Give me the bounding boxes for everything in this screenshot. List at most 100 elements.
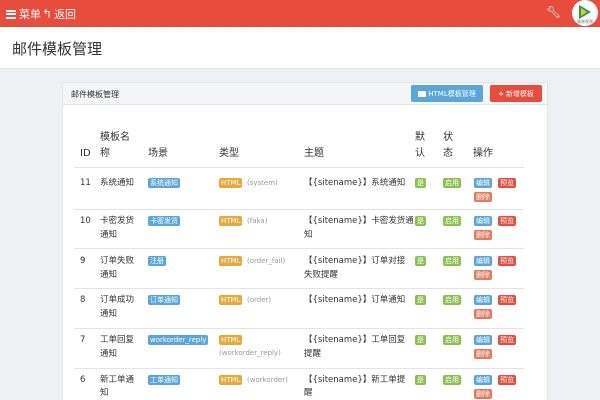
- type-note: (faka): [247, 217, 268, 225]
- row-id: 11: [80, 178, 91, 188]
- row-name: 卡密发货: [100, 216, 135, 226]
- row-id: 6: [80, 375, 86, 385]
- play-logo-icon[interactable]: 猫咪视频: [572, 0, 598, 26]
- html-template-button[interactable]: HTML模板管理: [411, 85, 483, 102]
- back-arrow-icon: ↰: [42, 7, 53, 21]
- default-label: 是: [415, 295, 426, 305]
- edit-button[interactable]: 编辑: [474, 256, 492, 266]
- folder-icon: [418, 90, 427, 97]
- type-note: (order): [247, 296, 272, 304]
- logo-caption: 猫咪视频: [577, 19, 593, 24]
- delete-button[interactable]: 删除: [474, 230, 492, 240]
- add-template-button[interactable]: + 新增模板: [490, 85, 542, 102]
- header-default-2: 认: [415, 148, 425, 159]
- row-name: 订单失败: [100, 256, 135, 266]
- edit-button[interactable]: 编辑: [474, 375, 492, 385]
- row-name: 新工单通: [100, 375, 135, 385]
- preview-button[interactable]: 预览: [498, 295, 516, 305]
- scene-label: workorder_reply: [148, 335, 209, 345]
- row-divider: [74, 209, 524, 210]
- type-label: HTML: [219, 335, 243, 345]
- scene-label: 注册: [148, 256, 166, 266]
- row-subject: 【{sitename}】系统通知: [304, 178, 406, 188]
- row-subject-2: 提醒: [304, 349, 322, 359]
- status-label: 启用: [443, 335, 461, 345]
- delete-button[interactable]: 删除: [474, 192, 492, 202]
- row-subject-2: 失败提醒: [304, 270, 339, 280]
- play-triangle-inner: [581, 8, 587, 16]
- type-note: (order_fail): [247, 257, 286, 265]
- row-name-2: 知: [100, 388, 109, 398]
- row-divider: [74, 288, 524, 289]
- back-button[interactable]: ↰ 返回: [42, 6, 76, 22]
- row-subject: 【{sitename}】订单通知: [304, 295, 406, 305]
- preview-button[interactable]: 预览: [498, 256, 516, 266]
- header-id: ID: [80, 148, 91, 159]
- delete-button[interactable]: 删除: [474, 309, 492, 319]
- row-divider: [74, 368, 524, 369]
- delete-button[interactable]: 删除: [474, 270, 492, 280]
- edit-button[interactable]: 编辑: [474, 216, 492, 226]
- default-label: 是: [415, 216, 426, 226]
- header-name-1: 模板名: [100, 132, 130, 143]
- edit-button[interactable]: 编辑: [474, 178, 492, 188]
- header-status-1: 状: [443, 132, 453, 143]
- preview-button[interactable]: 预览: [498, 216, 516, 226]
- default-label: 是: [415, 178, 426, 188]
- header-divider: [74, 167, 524, 168]
- row-subject: 【{sitename}】订单对接: [304, 256, 406, 266]
- html-template-label: HTML模板管理: [428, 89, 476, 98]
- type-label: HTML: [219, 375, 243, 385]
- edit-button[interactable]: 编辑: [474, 295, 492, 305]
- type-label: HTML: [219, 256, 243, 266]
- wrench-icon[interactable]: 🔧︎: [546, 5, 561, 19]
- header-status-2: 态: [443, 148, 453, 159]
- header-actions: 操作: [473, 148, 493, 159]
- row-name: 系统通知: [100, 178, 135, 188]
- row-subject-2: 醒: [304, 388, 313, 398]
- row-name-2: 通知: [100, 230, 118, 240]
- scene-label: 卡密发货: [148, 216, 180, 226]
- plus-icon: +: [498, 89, 504, 98]
- row-name-2: 通知: [100, 349, 118, 359]
- default-label: 是: [415, 256, 426, 266]
- menu-button[interactable]: 菜单: [6, 6, 41, 22]
- header-default-1: 默: [415, 132, 425, 143]
- delete-button[interactable]: 删除: [474, 349, 492, 359]
- row-divider: [74, 328, 524, 329]
- row-name: 订单成功: [100, 295, 135, 305]
- add-template-label: 新增模板: [505, 89, 534, 98]
- page-header: 邮件模板管理: [0, 27, 600, 69]
- status-label: 启用: [443, 375, 461, 385]
- edit-button[interactable]: 编辑: [474, 335, 492, 345]
- row-id: 10: [80, 216, 91, 226]
- header-scene: 场景: [148, 148, 168, 159]
- preview-button[interactable]: 预览: [498, 178, 516, 188]
- type-note: (workorder): [247, 376, 288, 384]
- default-label: 是: [415, 375, 426, 385]
- default-label: 是: [415, 335, 426, 345]
- scene-label: 系统通知: [148, 178, 180, 188]
- row-name-2: 通知: [100, 309, 118, 319]
- hamburger-icon: [6, 9, 16, 19]
- status-label: 启用: [443, 295, 461, 305]
- top-bar: 菜单 ↰ 返回 🔧︎ 猫咪视频: [0, 0, 600, 27]
- preview-button[interactable]: 预览: [498, 335, 516, 345]
- header-subject: 主题: [304, 148, 324, 159]
- status-label: 启用: [443, 256, 461, 266]
- row-subject-2: 知: [304, 230, 313, 240]
- preview-button[interactable]: 预览: [498, 375, 516, 385]
- row-name-2: 通知: [100, 270, 118, 280]
- header-name-2: 称: [100, 148, 110, 159]
- type-note: (system): [247, 179, 278, 187]
- row-id: 8: [80, 295, 86, 305]
- row-id: 7: [80, 335, 86, 345]
- scene-label: 工单通知: [148, 375, 180, 385]
- delete-button[interactable]: 删除: [474, 389, 492, 399]
- row-subject: 【{sitename}】工单回复: [304, 335, 406, 345]
- scene-label: 订单通知: [148, 295, 180, 305]
- row-divider: [74, 248, 524, 249]
- type-label: HTML: [219, 178, 243, 188]
- row-name: 工单回复: [100, 335, 135, 345]
- back-label: 返回: [54, 8, 77, 21]
